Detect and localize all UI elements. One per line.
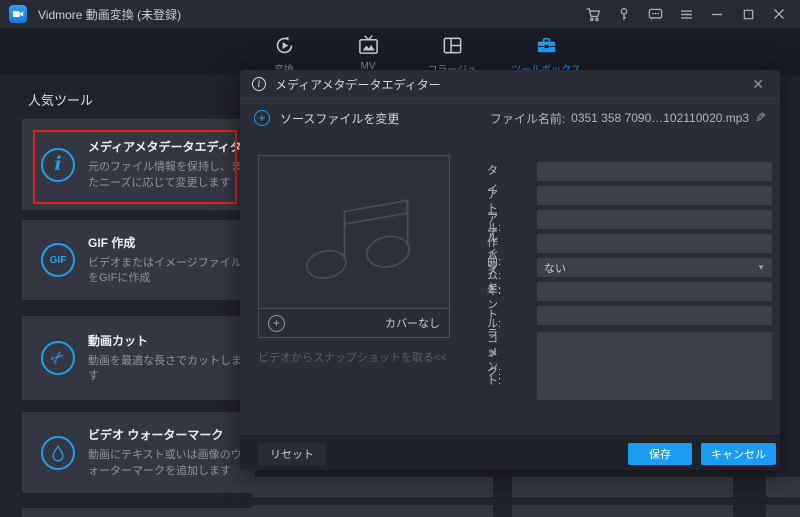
- titlebar: Vidmore 動画変換 (未登録): [0, 0, 800, 28]
- feedback-icon[interactable]: [644, 4, 666, 24]
- app-logo-icon: [9, 5, 27, 23]
- background-card: [512, 477, 733, 497]
- background-card: [766, 505, 800, 517]
- comment-field[interactable]: [537, 332, 772, 400]
- gif-icon: GIF: [41, 243, 75, 277]
- snapshot-link[interactable]: ビデオからスナップショットを取る<<: [258, 349, 447, 365]
- edit-filename-icon[interactable]: ✎: [755, 110, 766, 126]
- genre-value: ない: [544, 262, 566, 275]
- convert-icon: [273, 33, 296, 57]
- background-card: [252, 477, 493, 497]
- composer-field[interactable]: [537, 234, 772, 253]
- scissors-icon: ✂: [41, 341, 75, 375]
- tool-card-metadata-editor[interactable]: i メディアメタデータエディター 元のファイル情報を保持し、またニーズに応じて変…: [22, 119, 255, 210]
- mv-icon: [357, 33, 380, 57]
- title-field[interactable]: [537, 162, 772, 181]
- save-button[interactable]: 保存: [628, 443, 692, 465]
- tool-title: メディアメタデータエディター: [88, 140, 249, 155]
- cover-art-placeholder: [259, 156, 449, 308]
- minimize-icon[interactable]: [706, 4, 728, 24]
- year-field[interactable]: [537, 282, 772, 301]
- dialog-title: メディアメタデータエディター: [275, 77, 441, 92]
- add-cover-icon[interactable]: +: [268, 314, 285, 332]
- nav-bar: 変換 MV コラージュ ツールボックス: [0, 28, 800, 76]
- track-field[interactable]: [537, 306, 772, 325]
- background-card: [22, 508, 255, 517]
- close-window-icon[interactable]: [768, 4, 790, 24]
- cover-none-label: カバーなし: [385, 318, 440, 330]
- tool-desc: ビデオまたはイメージファイルをGIFに作成: [88, 256, 242, 284]
- tool-card-watermark[interactable]: ビデオ ウォーターマーク 動画にテキスト或いは画像のウォーターマークを追加します: [22, 412, 255, 493]
- dialog-close-icon[interactable]: ✕: [748, 74, 768, 95]
- background-card: [766, 477, 800, 497]
- cart-icon[interactable]: [582, 4, 604, 24]
- album-field[interactable]: [537, 210, 772, 229]
- file-name-value: 0351 358 7090…102110020.mp3: [571, 111, 750, 125]
- reset-button[interactable]: リセット: [258, 443, 326, 465]
- metadata-editor-dialog: i メディアメタデータエディター ✕ + ソースファイルを変更 ファイル名前: …: [240, 70, 780, 470]
- cover-strip: + カバーなし: [259, 308, 449, 337]
- collage-icon: [441, 33, 464, 57]
- tool-card-gif-maker[interactable]: GIF GIF 作成 ビデオまたはイメージファイルをGIFに作成: [22, 220, 255, 300]
- add-source-icon[interactable]: +: [254, 110, 270, 126]
- toolbox-icon: [535, 33, 558, 57]
- tool-title: 動画カット: [88, 333, 149, 348]
- water-drop-icon: [41, 435, 75, 470]
- cancel-button[interactable]: キャンセル: [701, 443, 776, 465]
- genre-dropdown[interactable]: ない ▼: [537, 258, 772, 277]
- tool-card-video-cut[interactable]: ✂ 動画カット 動画を最適な長さでカットします: [22, 316, 255, 400]
- file-name-label: ファイル名前:: [489, 111, 566, 126]
- background-card: [252, 505, 493, 517]
- metadata-info-icon: i: [41, 147, 75, 182]
- dialog-footer: リセット 保存 キャンセル: [240, 435, 780, 470]
- change-source-link[interactable]: ソースファイルを変更: [280, 110, 399, 127]
- tool-title: ビデオ ウォーターマーク: [88, 428, 224, 443]
- tool-desc: 動画を最適な長さでカットします: [88, 354, 242, 382]
- background-card: [512, 505, 733, 517]
- tool-desc: 元のファイル情報を保持し、またニーズに応じて変更します: [88, 161, 242, 189]
- register-key-icon[interactable]: [613, 4, 635, 24]
- comment-label: コメント:: [487, 333, 502, 387]
- info-icon: i: [252, 77, 266, 91]
- tool-desc: 動画にテキスト或いは画像のウォーターマークを追加します: [88, 449, 242, 477]
- app-window: Vidmore 動画変換 (未登録) MV 人気ツール i メディアメタデータエ…: [0, 0, 800, 517]
- source-row: + ソースファイルを変更 ファイル名前: 0351 358 7090…10211…: [240, 106, 780, 130]
- window-title: Vidmore 動画変換 (未登録): [38, 7, 182, 22]
- tool-title: GIF 作成: [88, 235, 136, 250]
- chevron-down-icon: ▼: [757, 263, 765, 272]
- cover-art-box: + カバーなし: [258, 155, 450, 338]
- year-label: 年:: [487, 285, 502, 297]
- dialog-header: i メディアメタデータエディター ✕: [240, 70, 780, 99]
- popular-tools-heading: 人気ツール: [28, 93, 94, 108]
- menu-icon[interactable]: [675, 4, 697, 24]
- music-note-icon: [305, 199, 410, 279]
- maximize-icon[interactable]: [737, 4, 759, 24]
- artist-field[interactable]: [537, 186, 772, 205]
